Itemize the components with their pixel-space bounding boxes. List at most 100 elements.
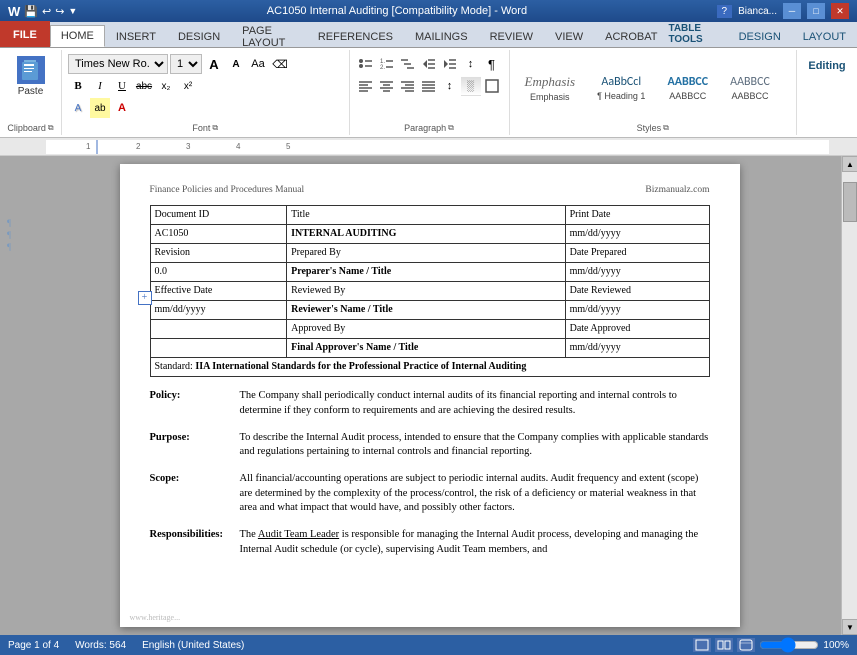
clipboard-expand-icon[interactable]: ⧉ <box>48 123 54 133</box>
document[interactable]: Finance Policies and Procedures Manual B… <box>120 164 740 627</box>
table-cell-approved-by-label: Approved By <box>287 320 565 339</box>
ruler-mark-1: 1 <box>86 142 90 151</box>
shading-button[interactable]: ░ <box>461 76 481 96</box>
italic-button[interactable]: I <box>90 76 110 96</box>
subscript-button[interactable]: x₂ <box>156 76 176 96</box>
style-heading2[interactable]: AABBCC AABBCC <box>658 70 717 106</box>
policy-section: Policy: The Company shall periodically c… <box>150 389 710 418</box>
font-shrink-button[interactable]: A <box>226 54 246 74</box>
ribbon: Paste Clipboard ⧉ Times New Ro... 12 A A… <box>0 48 857 138</box>
quick-access-customize[interactable]: ▼ <box>68 6 77 16</box>
purpose-section: Purpose: To describe the Internal Audit … <box>150 431 710 460</box>
show-hide-button[interactable]: ¶ <box>482 54 502 74</box>
font-group: Times New Ro... 12 A A Aa ⌫ B I U abc x₂… <box>62 50 350 135</box>
tab-design[interactable]: DESIGN <box>167 25 231 47</box>
increase-indent-button[interactable] <box>440 54 460 74</box>
strikethrough-button[interactable]: abc <box>134 76 154 96</box>
tab-table-design[interactable]: DESIGN <box>728 25 792 47</box>
scrollbar-track[interactable] <box>842 172 857 619</box>
styles-expand-icon[interactable]: ⧉ <box>663 123 669 133</box>
style-heading3[interactable]: AABBCC AABBCC <box>721 70 779 106</box>
tab-file[interactable]: FILE <box>0 21 50 47</box>
ruler: 1 2 3 4 5 <box>0 138 857 156</box>
minimize-btn[interactable]: ─ <box>783 3 801 19</box>
align-center-button[interactable] <box>377 76 397 96</box>
user-info[interactable]: Bianca... <box>738 6 777 17</box>
table-cell-revision-val: 0.0 <box>150 263 287 282</box>
font-grow-button[interactable]: A <box>204 54 224 74</box>
sort-button[interactable]: ↕ <box>461 54 481 74</box>
underline-button[interactable]: U <box>112 76 132 96</box>
scrollbar-thumb[interactable] <box>843 182 857 222</box>
highlight-button[interactable]: ab <box>90 98 110 118</box>
scroll-up-button[interactable]: ▲ <box>842 156 857 172</box>
style-heading3-preview: AABBCC <box>730 75 770 89</box>
view-full-reading-button[interactable] <box>715 638 733 652</box>
quick-access-save[interactable]: 💾 <box>24 5 38 18</box>
paragraph-expand-icon[interactable]: ⧉ <box>448 123 454 133</box>
style-heading1-label: ¶ Heading 1 <box>597 91 645 101</box>
scroll-down-button[interactable]: ▼ <box>842 619 857 635</box>
left-sidebar: ¶ ¶ ¶ <box>0 156 18 635</box>
tab-table-layout[interactable]: LAYOUT <box>792 25 857 47</box>
font-color-button[interactable]: A <box>112 98 132 118</box>
tab-page-layout[interactable]: PAGE LAYOUT <box>231 25 307 47</box>
font-footer: Font ⧉ <box>62 123 349 133</box>
font-case-button[interactable]: Aa <box>248 54 268 74</box>
align-left-button[interactable] <box>356 76 376 96</box>
table-cell-date-prepared-val: mm/dd/yyyy <box>565 263 709 282</box>
justify-button[interactable] <box>419 76 439 96</box>
decrease-indent-button[interactable] <box>419 54 439 74</box>
tab-insert[interactable]: INSERT <box>105 25 167 47</box>
text-effect-button[interactable]: A <box>68 98 88 118</box>
tab-home[interactable]: HOME <box>50 25 105 47</box>
style-heading2-preview: AABBCC <box>667 75 708 89</box>
doc-header-right: Bizmanualz.com <box>645 184 709 197</box>
ruler-mark-5: 5 <box>286 142 290 151</box>
help-icon[interactable]: ? <box>717 5 733 18</box>
font-size-select[interactable]: 12 <box>170 54 202 74</box>
table-cell-date-reviewed-label: Date Reviewed <box>565 282 709 301</box>
table-cell-empty-2 <box>150 339 287 358</box>
view-web-layout-button[interactable] <box>737 638 755 652</box>
policy-content: The Company shall periodically conduct i… <box>240 389 710 418</box>
tab-references[interactable]: REFERENCES <box>307 25 404 47</box>
table-row: Revision Prepared By Date Prepared <box>150 244 709 263</box>
bullets-button[interactable] <box>356 54 376 74</box>
maximize-btn[interactable]: □ <box>807 3 825 19</box>
superscript-button[interactable]: x² <box>178 76 198 96</box>
tab-view[interactable]: VIEW <box>544 25 594 47</box>
style-emphasis[interactable]: Emphasis Emphasis <box>516 69 585 107</box>
table-cell-effective-date-val: mm/dd/yyyy <box>150 301 287 320</box>
tab-review[interactable]: REVIEW <box>479 25 544 47</box>
multilevel-list-button[interactable] <box>398 54 418 74</box>
add-row-button[interactable]: + <box>138 291 152 305</box>
zoom-slider[interactable] <box>759 639 819 651</box>
view-print-button[interactable] <box>693 638 711 652</box>
right-scrollbar: ▲ ▼ <box>841 156 857 635</box>
align-right-button[interactable] <box>398 76 418 96</box>
svg-text:2.: 2. <box>380 65 385 71</box>
style-heading1[interactable]: AaBbCcl ¶ Heading 1 <box>588 70 654 106</box>
font-name-select[interactable]: Times New Ro... <box>68 54 168 74</box>
paste-button[interactable]: Paste <box>15 54 47 99</box>
quick-access-undo[interactable]: ↩ <box>42 5 51 18</box>
styles-group: Emphasis Emphasis AaBbCcl ¶ Heading 1 AA… <box>510 50 798 135</box>
responsibilities-label: Responsibilities: <box>150 528 240 557</box>
close-btn[interactable]: ✕ <box>831 3 849 19</box>
tab-acrobat[interactable]: ACROBAT <box>594 25 668 47</box>
line-spacing-button[interactable]: ↕ <box>440 76 460 96</box>
language-info: English (United States) <box>142 640 244 651</box>
table-cell-preparer-name: Preparer's Name / Title <box>287 263 565 282</box>
table-cell-date-prepared-label: Date Prepared <box>565 244 709 263</box>
table-row: 0.0 Preparer's Name / Title mm/dd/yyyy <box>150 263 709 282</box>
font-expand-icon[interactable]: ⧉ <box>212 123 218 133</box>
table-cell-empty-1 <box>150 320 287 339</box>
quick-access-redo[interactable]: ↪ <box>55 5 64 18</box>
border-button[interactable] <box>482 76 502 96</box>
font-clear-button[interactable]: ⌫ <box>270 54 290 74</box>
numbering-button[interactable]: 1.2. <box>377 54 397 74</box>
bold-button[interactable]: B <box>68 76 88 96</box>
tab-mailings[interactable]: MAILINGS <box>404 25 479 47</box>
ruler-inner: 1 2 3 4 5 <box>46 140 829 154</box>
